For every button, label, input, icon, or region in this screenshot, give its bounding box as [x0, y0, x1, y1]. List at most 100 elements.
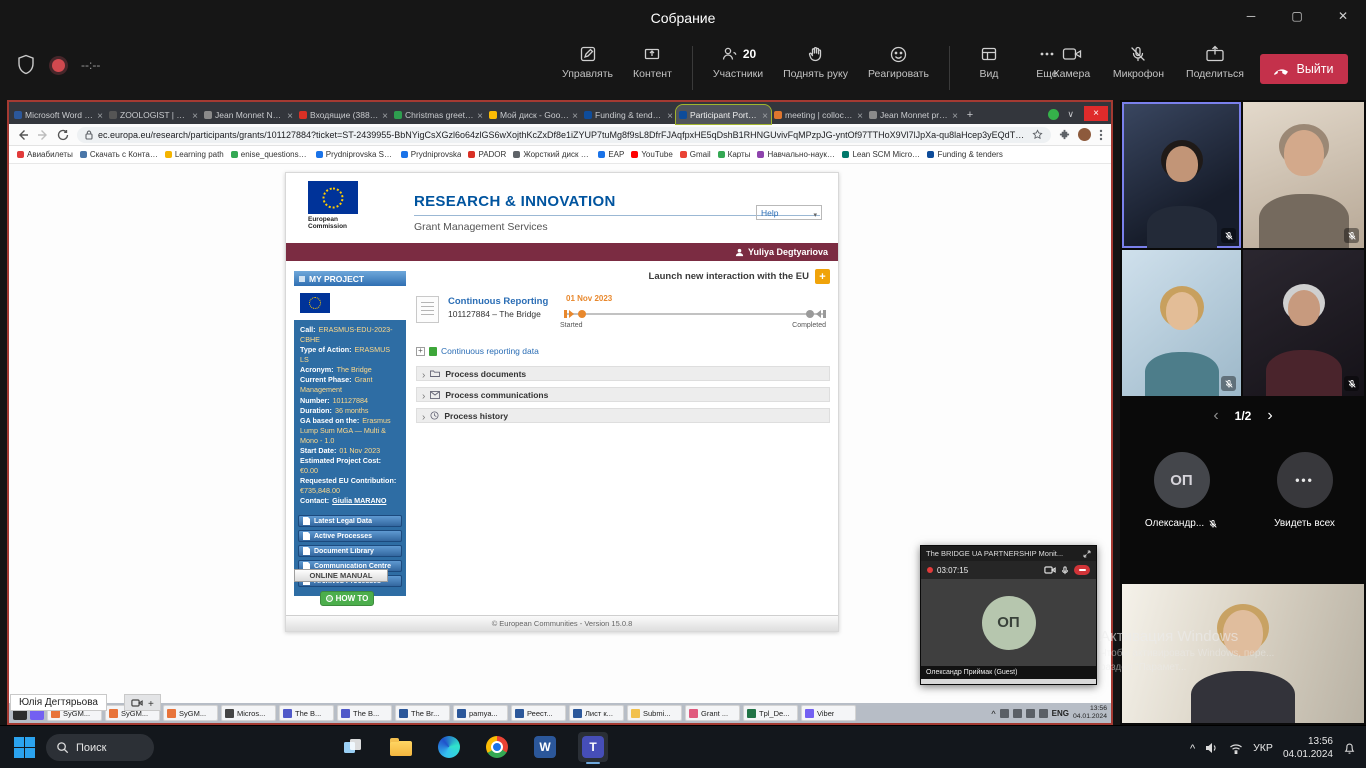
online-manual-button[interactable]: ONLINE MANUAL — [294, 569, 388, 582]
bookmark-item[interactable]: Навчально-наукова... — [757, 150, 835, 159]
tab-close-icon[interactable] — [857, 106, 863, 124]
volume-icon[interactable] — [1205, 742, 1219, 754]
forward-icon[interactable] — [37, 129, 49, 141]
browser-menu-icon[interactable] — [1099, 129, 1103, 141]
taskbar-window-button[interactable]: The B... — [337, 705, 392, 721]
help-dropdown[interactable]: Help — [756, 205, 822, 220]
taskbar-window-button[interactable]: pamya... — [453, 705, 508, 721]
page-previous-icon[interactable] — [1213, 408, 1218, 424]
bookmark-item[interactable]: Скачать с Контакта... — [80, 150, 158, 159]
tab-close-icon[interactable] — [382, 106, 388, 124]
hangup-button[interactable] — [1074, 565, 1090, 575]
back-icon[interactable] — [17, 129, 29, 141]
sidebar-button[interactable]: Active Processes — [298, 530, 402, 542]
participants-button[interactable]: 20 Участники — [713, 44, 763, 80]
tab-close-icon[interactable] — [97, 106, 103, 124]
start-button[interactable] — [14, 737, 35, 758]
taskbar-window-button[interactable]: Micros... — [221, 705, 276, 721]
participant-video[interactable] — [1122, 250, 1241, 396]
tray-icon[interactable] — [1000, 709, 1009, 718]
bookmark-item[interactable]: YouTube — [631, 150, 672, 159]
mini-meeting-window[interactable]: The BRIDGE UA PARTNERSHIP Monit... 03:07… — [920, 545, 1097, 685]
browser-tab[interactable]: Funding & tenders ... — [581, 105, 676, 124]
mic-icon[interactable] — [1060, 565, 1070, 576]
timeline-progress-dot[interactable] — [578, 310, 586, 318]
taskbar-search[interactable]: Поиск — [46, 734, 154, 761]
minimize-icon[interactable] — [1228, 0, 1274, 32]
address-bar[interactable]: ec.europa.eu/research/participants/grant… — [77, 127, 1051, 143]
expand-plus-icon[interactable] — [416, 347, 425, 356]
edge-button[interactable] — [434, 732, 464, 762]
extensions-puzzle-icon[interactable] — [1059, 129, 1070, 140]
process-communications-row[interactable]: Process communications — [416, 387, 830, 402]
browser-tab[interactable]: Participant Portal G... — [676, 105, 771, 124]
reporting-data-link[interactable]: Continuous reporting data — [441, 346, 539, 356]
manage-button[interactable]: Управлять — [562, 44, 613, 80]
how-to-button[interactable]: HOW TO — [320, 591, 374, 606]
bookmark-item[interactable]: PADOR — [468, 150, 506, 159]
participant-video[interactable] — [1122, 102, 1241, 248]
tab-close-icon[interactable] — [667, 106, 673, 124]
process-documents-row[interactable]: Process documents — [416, 366, 830, 381]
new-tab-button[interactable] — [961, 105, 979, 124]
bookmark-item[interactable]: Prydniprovska — [401, 150, 462, 159]
hidden-icons-chevron[interactable] — [1190, 739, 1195, 757]
taskbar-window-button[interactable]: Tpl_De... — [743, 705, 798, 721]
mic-button[interactable]: Микрофон — [1113, 44, 1164, 80]
notifications-bell-icon[interactable] — [1343, 741, 1356, 755]
browser-tab[interactable]: Входящие (388) -... — [296, 105, 391, 124]
participant-video[interactable] — [1243, 250, 1364, 396]
browser-tab[interactable]: ZOOLOGIST | Engl... — [106, 105, 201, 124]
tab-close-icon[interactable] — [762, 106, 768, 124]
browser-tab[interactable]: Jean Monnet proje... — [866, 105, 961, 124]
taskbar-window-button[interactable]: The B... — [279, 705, 334, 721]
tab-close-icon[interactable] — [477, 106, 483, 124]
taskbar-window-button[interactable]: The Br... — [395, 705, 450, 721]
bookmark-item[interactable]: Карты — [718, 150, 751, 159]
bookmark-item[interactable]: enise_questions - y... — [231, 150, 309, 159]
presenter-controls[interactable] — [124, 694, 161, 711]
tray-clock[interactable]: 13:56 04.01.2024 — [1073, 705, 1107, 722]
taskbar-window-button[interactable]: Grant ... — [685, 705, 740, 721]
contact-link[interactable]: Giulia MARANO — [332, 496, 386, 505]
sidebar-button[interactable]: Latest Legal Data — [298, 515, 402, 527]
avatar[interactable]: ОП — [1154, 452, 1210, 508]
tray-icon[interactable] — [1026, 709, 1035, 718]
see-all-button[interactable] — [1277, 452, 1333, 508]
tab-close-icon[interactable] — [952, 106, 958, 124]
bookmark-item[interactable]: Жорсткий диск 3.5... — [513, 150, 591, 159]
close-icon[interactable] — [1320, 0, 1366, 32]
sidebar-button[interactable]: Document Library — [298, 545, 402, 557]
camera-button[interactable]: Камера — [1053, 44, 1091, 80]
language-indicator[interactable]: ENG — [1052, 709, 1069, 718]
bookmark-item[interactable]: Funding & tenders — [927, 150, 1002, 159]
mini-window-titlebar[interactable]: The BRIDGE UA PARTNERSHIP Monit... — [921, 546, 1096, 561]
tab-close-icon[interactable] — [572, 106, 578, 124]
taskbar-window-button[interactable]: Submi... — [627, 705, 682, 721]
bookmark-item[interactable]: Gmail — [680, 150, 711, 159]
word-button[interactable] — [530, 732, 560, 762]
bookmark-item[interactable]: Learning path — [165, 150, 224, 159]
browser-tab[interactable]: meeting | collocati... — [771, 105, 866, 124]
browser-close-button[interactable] — [1084, 106, 1108, 121]
reload-icon[interactable] — [57, 129, 69, 141]
view-button[interactable]: Вид — [970, 44, 1008, 80]
raise-hand-button[interactable]: Поднять руку — [783, 44, 848, 80]
tray-icon[interactable] — [1039, 709, 1048, 718]
maximize-icon[interactable] — [1274, 0, 1320, 32]
tray-icon[interactable] — [1013, 709, 1022, 718]
teams-button[interactable] — [578, 732, 608, 762]
report-title[interactable]: Continuous Reporting — [448, 296, 548, 307]
tab-close-icon[interactable] — [192, 106, 198, 124]
network-icon[interactable] — [1229, 743, 1243, 754]
participant-video[interactable] — [1122, 584, 1364, 723]
leave-button[interactable]: Выйти — [1260, 54, 1348, 84]
process-history-row[interactable]: Process history — [416, 408, 830, 423]
hidden-icons-chevron[interactable] — [991, 704, 995, 722]
tab-close-icon[interactable] — [287, 106, 293, 124]
taskbar-window-button[interactable]: Лист к... — [569, 705, 624, 721]
taskbar-window-button[interactable]: Реест... — [511, 705, 566, 721]
tab-list-chevron-icon[interactable] — [1067, 109, 1074, 120]
bookmark-item[interactable]: Lean SCM Micro-Cr... — [842, 150, 920, 159]
bookmark-item[interactable]: Авиабилеты — [17, 150, 73, 159]
